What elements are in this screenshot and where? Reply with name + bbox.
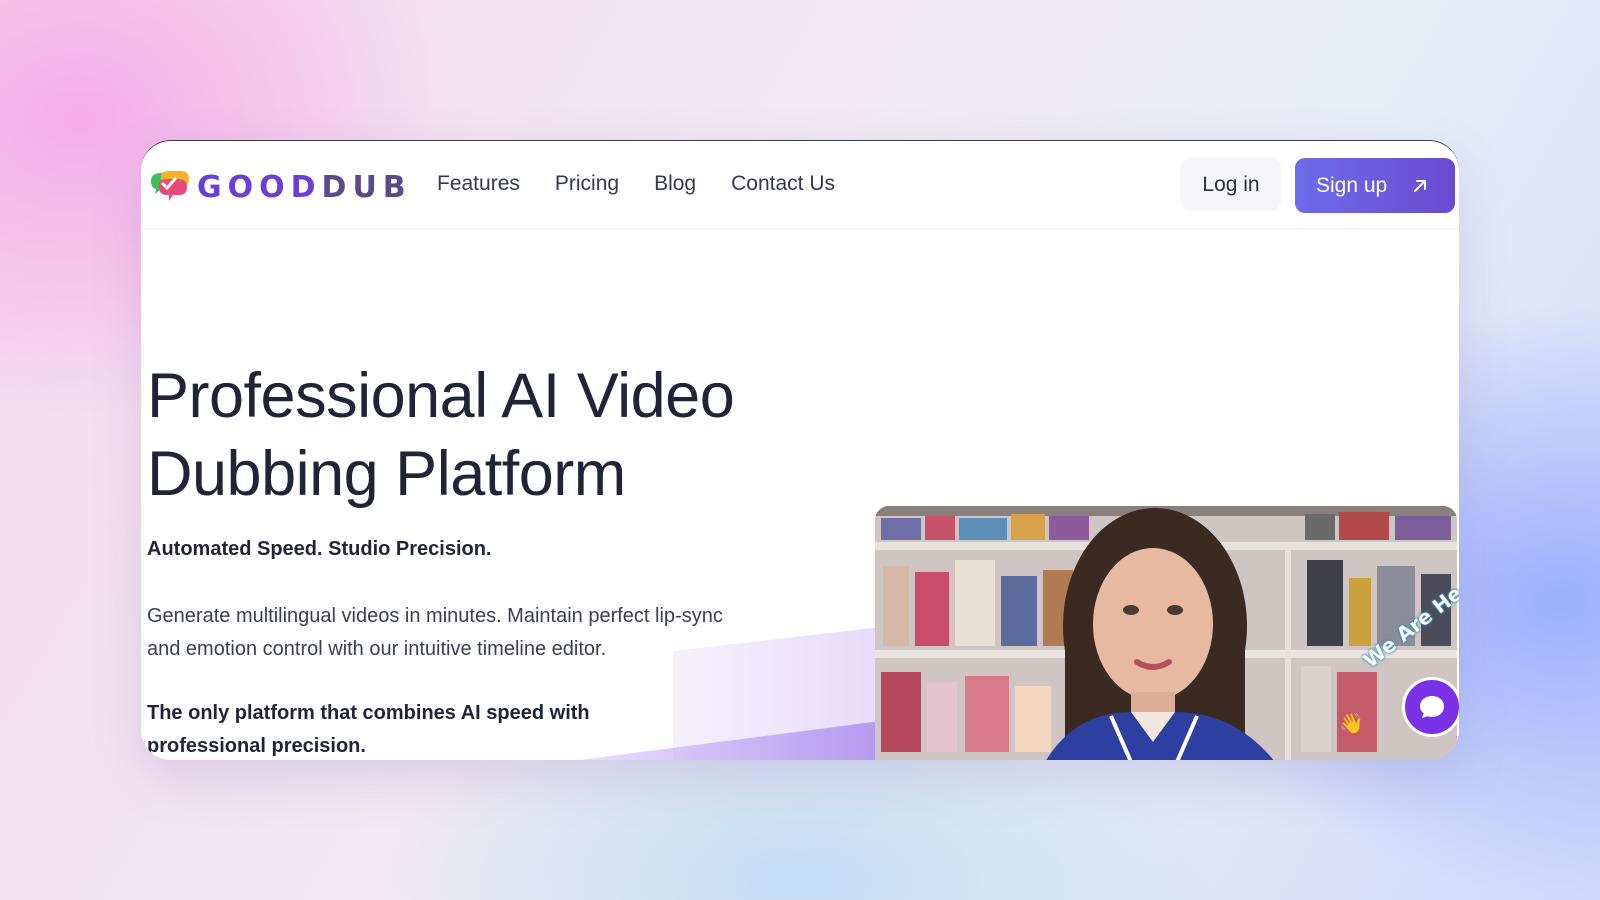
speech-bubbles-check-icon <box>151 171 189 201</box>
signup-button[interactable]: Sign up <box>1295 158 1455 213</box>
hero-title: Professional AI Video Dubbing Platform <box>147 357 847 513</box>
hero-title-line2: Dubbing Platform <box>147 439 626 509</box>
chat-bubble-icon <box>1420 696 1444 718</box>
nav-link-features[interactable]: Features <box>437 169 520 199</box>
browser-page-card: GOODDUB Features Pricing Blog Contact Us… <box>141 140 1459 760</box>
waving-hand-icon: 👋 <box>1339 711 1364 735</box>
top-navigation: GOODDUB Features Pricing Blog Contact Us… <box>141 141 1459 229</box>
nav-link-blog[interactable]: Blog <box>654 169 696 199</box>
hero-tagline: Automated Speed. Studio Precision. <box>147 538 492 560</box>
nav-links: Features Pricing Blog Contact Us <box>437 169 835 199</box>
video-frame-image <box>875 506 1457 760</box>
hero-description: Generate multilingual videos in minutes.… <box>147 605 723 660</box>
brand-name-dub: DUB <box>321 169 412 205</box>
brand-name-good: GOOD <box>197 169 322 205</box>
hero-claim: The only platform that combines AI speed… <box>147 702 590 757</box>
nav-link-contact-us[interactable]: Contact Us <box>731 169 835 199</box>
brand-wordmark: GOODDUB <box>197 170 412 205</box>
hero-video-player[interactable] <box>875 506 1457 760</box>
arrow-up-right-icon <box>1414 179 1427 192</box>
signup-label: Sign up <box>1316 173 1388 197</box>
nav-link-pricing[interactable]: Pricing <box>555 169 619 199</box>
hero-title-line1: Professional AI Video <box>147 361 735 431</box>
login-button[interactable]: Log in <box>1181 158 1281 211</box>
chat-widget-button[interactable] <box>1402 677 1459 737</box>
brand-logo[interactable]: GOODDUB <box>147 167 412 207</box>
